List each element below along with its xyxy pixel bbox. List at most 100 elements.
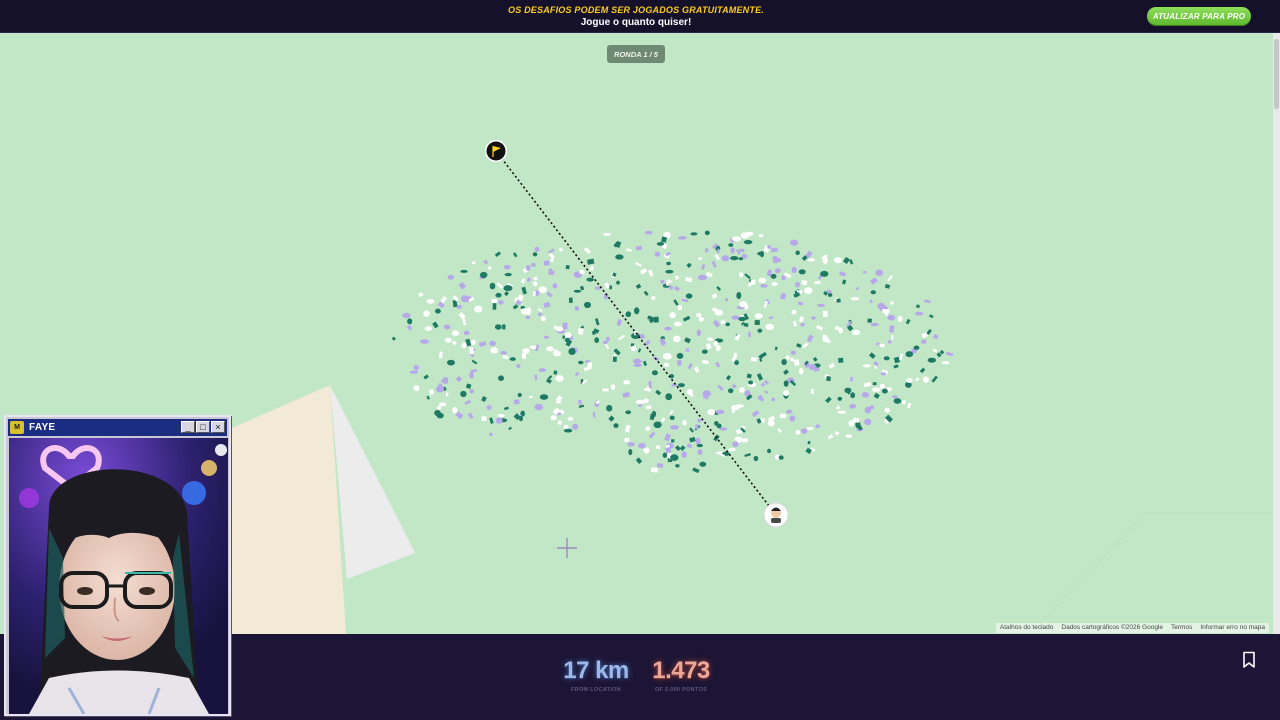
confetti-piece [791, 266, 797, 274]
confetti-piece [608, 415, 615, 422]
confetti-piece [724, 297, 729, 302]
confetti-piece [838, 357, 844, 363]
confetti-piece [673, 299, 679, 306]
confetti-piece [586, 277, 594, 282]
confetti-piece [492, 303, 497, 310]
keyboard-shortcuts-link[interactable]: Atalhos do teclado [996, 623, 1057, 633]
confetti-piece [537, 312, 543, 316]
confetti-piece [474, 305, 483, 313]
confetti-piece [753, 455, 759, 462]
confetti-piece [841, 279, 847, 285]
bookmark-icon[interactable] [1241, 651, 1257, 669]
confetti-piece [697, 418, 702, 423]
confetti-piece [714, 253, 721, 261]
confetti-piece [790, 357, 794, 362]
confetti-piece [656, 242, 665, 246]
confetti-piece [808, 364, 817, 371]
confetti-piece [452, 407, 458, 414]
confetti-piece [651, 410, 657, 418]
close-icon[interactable]: × [211, 421, 225, 433]
confetti-piece [743, 322, 749, 328]
confetti-piece [534, 374, 538, 381]
confetti-piece [512, 304, 519, 310]
confetti-piece [522, 348, 530, 354]
confetti-piece [906, 377, 913, 383]
confetti-piece [455, 376, 462, 383]
top-banner: OS DESAFIOS PODEM SER JOGADOS GRATUITAME… [0, 0, 1280, 33]
confetti-piece [721, 255, 730, 262]
confetti-piece [462, 318, 467, 326]
confetti-piece [471, 261, 476, 265]
confetti-piece [615, 280, 621, 286]
confetti-piece [639, 334, 645, 339]
flag-marker[interactable] [485, 140, 507, 162]
confetti-piece [565, 265, 570, 270]
confetti-piece [681, 298, 689, 303]
confetti-piece [625, 410, 632, 415]
confetti-piece [760, 284, 768, 288]
confetti-piece [546, 346, 554, 352]
player-avatar-marker[interactable] [763, 502, 789, 528]
confetti-piece [799, 289, 803, 295]
confetti-piece [647, 315, 653, 321]
confetti-piece [467, 412, 474, 420]
confetti-piece [548, 248, 555, 254]
confetti-piece [870, 322, 879, 327]
confetti-piece [418, 292, 424, 297]
confetti-piece [553, 370, 558, 375]
confetti-piece [532, 280, 538, 287]
confetti-piece [567, 416, 574, 421]
minimize-icon[interactable]: _ [181, 421, 195, 433]
confetti-piece [897, 315, 903, 323]
confetti-piece [521, 286, 527, 295]
confetti-piece [653, 421, 662, 429]
confetti-piece [423, 374, 429, 380]
confetti-piece [666, 261, 671, 266]
confetti-piece [741, 438, 749, 443]
confetti-piece [463, 330, 470, 336]
confetti-piece [760, 382, 766, 388]
confetti-piece [645, 405, 652, 410]
confetti-piece [873, 361, 879, 367]
confetti-piece [673, 285, 680, 292]
confetti-piece [642, 360, 648, 367]
confetti-piece [711, 260, 717, 268]
confetti-piece [639, 268, 648, 275]
confetti-piece [862, 271, 867, 274]
confetti-piece [513, 399, 520, 405]
confetti-piece [478, 341, 487, 347]
confetti-piece [504, 291, 509, 297]
confetti-piece [497, 414, 505, 418]
maximize-icon[interactable]: □ [196, 421, 210, 433]
confetti-piece [745, 231, 754, 236]
confetti-piece [893, 356, 901, 364]
confetti-piece [731, 383, 737, 389]
confetti-piece [616, 318, 622, 326]
scrollbar-thumb[interactable] [1274, 39, 1279, 109]
report-map-error-link[interactable]: Informar erro no mapa [1196, 623, 1269, 633]
confetti-piece [534, 403, 544, 411]
confetti-piece [875, 269, 884, 277]
confetti-piece [712, 319, 721, 328]
confetti-piece [882, 388, 888, 394]
confetti-piece [893, 398, 902, 404]
confetti-piece [939, 349, 945, 355]
page-scrollbar[interactable] [1273, 33, 1280, 634]
confetti-piece [682, 420, 687, 426]
confetti-piece [546, 291, 553, 298]
upgrade-to-pro-button[interactable]: ATUALIZAR PARA PRO [1147, 7, 1251, 25]
terms-link[interactable]: Termos [1167, 623, 1196, 633]
confetti-piece [423, 310, 430, 317]
confetti-piece [428, 389, 435, 396]
webcam-titlebar[interactable]: M FAYE _ □ × [8, 419, 227, 436]
confetti-piece [665, 393, 673, 401]
confetti-piece [800, 322, 805, 327]
confetti-piece [662, 452, 668, 458]
confetti-piece [757, 328, 763, 333]
confetti-piece [589, 265, 595, 271]
confetti-piece [553, 349, 558, 354]
confetti-piece [406, 324, 413, 331]
distance-result: 17 km FROM LOCATION [556, 656, 636, 693]
confetti-piece [872, 382, 877, 386]
confetti-piece [887, 275, 893, 282]
